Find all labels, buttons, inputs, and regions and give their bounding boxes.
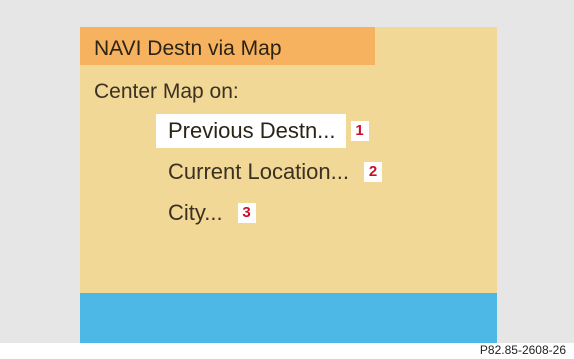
- title-bar: NAVI Destn via Map: [80, 27, 375, 65]
- callout-badge: 3: [237, 203, 256, 223]
- callout-badge: 1: [350, 121, 369, 141]
- menu-item-city[interactable]: City... 3: [156, 196, 256, 230]
- figure-frame: NAVI Destn via Map Center Map on: Previo…: [0, 0, 574, 343]
- status-bar: [80, 293, 497, 343]
- menu-item-label: Previous Destn...: [156, 114, 346, 148]
- page-title: NAVI Destn via Map: [94, 37, 282, 60]
- navi-screen: NAVI Destn via Map Center Map on: Previo…: [80, 27, 497, 343]
- menu-item-current-location[interactable]: Current Location... 2: [156, 155, 382, 189]
- callout-badge: 2: [363, 162, 382, 182]
- menu-item-previous-destination[interactable]: Previous Destn... 1: [156, 114, 369, 148]
- menu-heading: Center Map on:: [94, 80, 239, 103]
- figure-caption: P82.85-2608-26: [479, 343, 566, 357]
- menu-item-label: City...: [168, 200, 223, 225]
- menu-item-label: Current Location...: [168, 159, 349, 184]
